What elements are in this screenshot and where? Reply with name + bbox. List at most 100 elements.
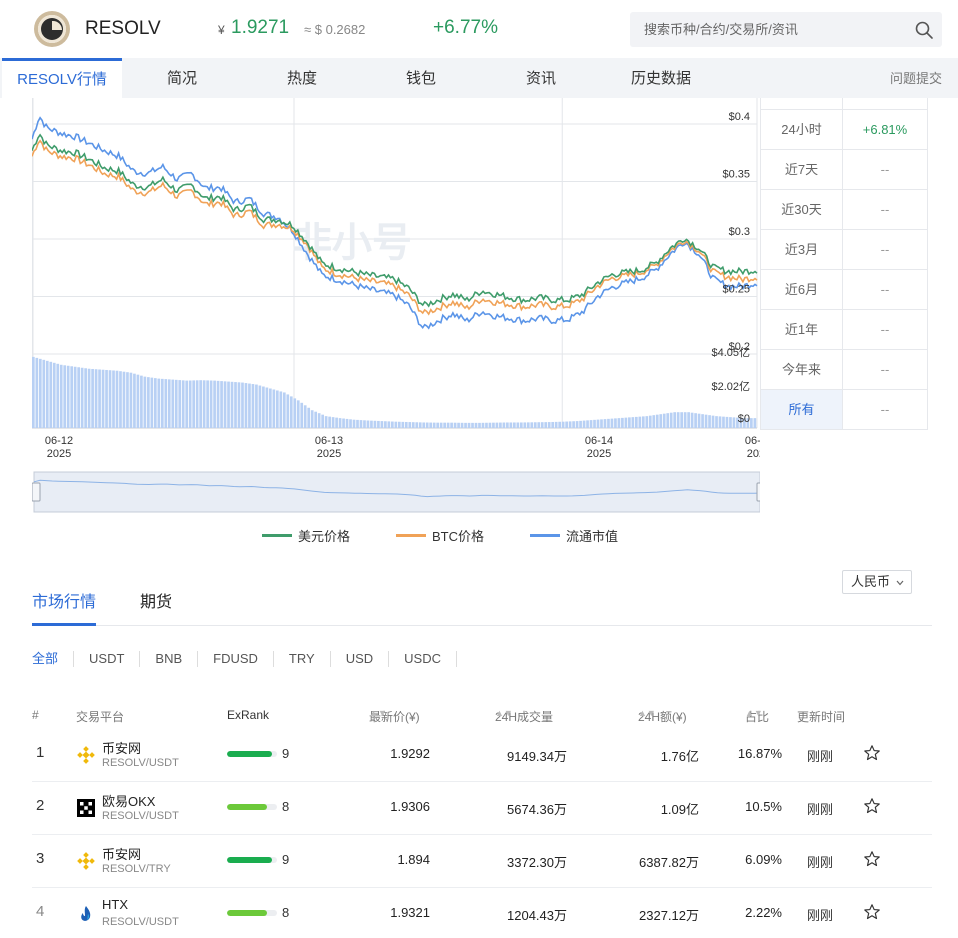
volume-bar [317, 413, 321, 428]
period-7d[interactable]: 近7天 -- [760, 150, 928, 190]
tab-market[interactable]: RESOLV行情 [2, 58, 122, 98]
volume-bar [704, 414, 708, 428]
volume-bar [122, 371, 126, 428]
star-icon[interactable] [863, 850, 881, 868]
volume-bar [450, 422, 453, 428]
volume-bar [568, 421, 572, 428]
volume-bar [687, 412, 690, 428]
volume-bar [617, 418, 621, 428]
filter-bnb[interactable]: BNB [140, 651, 199, 667]
latest-price: 1.9321 [390, 905, 430, 920]
volume-bar [59, 364, 63, 428]
volume-bar [697, 413, 701, 428]
volume-bar [471, 422, 474, 428]
volume-bar [718, 416, 722, 428]
volume-bar [547, 422, 551, 428]
exchange-name[interactable]: 币安网 [102, 738, 141, 757]
filter-try[interactable]: TRY [274, 651, 331, 667]
table-row[interactable]: 1 币安网 RESOLV/USDT 9 1.9292 9149.34万 1.76亿 16.87… [32, 729, 932, 782]
period-all[interactable]: 所有 -- [760, 390, 928, 430]
exchange-name[interactable]: 欧易OKX [102, 791, 155, 810]
volume-bar [321, 414, 324, 428]
price-change-24h: +6.77% [433, 17, 498, 38]
period-label: 所有 [761, 390, 843, 429]
price-chart[interactable]: 非小号$0.4$0.35$0.3$0.25$0.2$4.05亿$2.02亿$00… [32, 98, 760, 518]
filter-usdc[interactable]: USDC [389, 651, 457, 667]
volume-bar [380, 421, 384, 428]
volume-bar [641, 416, 645, 428]
col-exrank[interactable]: ExRank [227, 708, 269, 722]
volume-bar [596, 419, 600, 428]
volume-bar [446, 422, 450, 428]
legend-market-cap[interactable]: 流通市值 [530, 526, 618, 545]
period-1y[interactable]: 近1年 -- [760, 310, 928, 350]
volume-bar [147, 377, 150, 428]
period-3m[interactable]: 近3月 -- [760, 230, 928, 270]
volume-bar [160, 378, 164, 428]
x-tick-year: 2025 [47, 448, 71, 460]
volume-bar [638, 416, 642, 428]
volume-bar [223, 381, 227, 428]
trading-pair: RESOLV/USDT [102, 810, 179, 822]
table-row[interactable]: 2 欧易OKX RESOLV/USDT 8 1.9306 5674.36万 1.09亿 10.… [32, 782, 932, 835]
volume-bar [73, 366, 77, 428]
volume-bar [586, 420, 589, 428]
volume-24h: 5674.36万 [507, 802, 567, 817]
range-handle-left[interactable] [32, 482, 41, 502]
period-ytd[interactable]: 今年来 -- [760, 350, 928, 390]
table-row[interactable]: 4 HTX RESOLV/USDT 8 1.9321 1204.43万 2327.12万 2.… [32, 888, 932, 938]
search-input[interactable] [630, 12, 900, 47]
tab-news[interactable]: 资讯 [501, 58, 581, 98]
volume-bar [42, 359, 46, 428]
tab-wallet[interactable]: 钱包 [381, 58, 461, 98]
period-30d[interactable]: 近30天 -- [760, 190, 928, 230]
exchange-name[interactable]: HTX [102, 897, 128, 912]
period-value: -- [880, 202, 890, 217]
volume-bar [108, 370, 112, 428]
legend-btc-price[interactable]: BTC价格 [396, 526, 484, 545]
filter-fdusd[interactable]: FDUSD [198, 651, 274, 667]
search-icon[interactable] [914, 20, 934, 40]
star-icon[interactable] [863, 744, 881, 762]
volume-bar [359, 420, 363, 428]
filter-usd[interactable]: USD [331, 651, 390, 667]
volume-bar [418, 422, 422, 428]
volume-bar [478, 422, 481, 428]
volume-bar [352, 419, 356, 428]
tab-popularity[interactable]: 热度 [262, 58, 342, 98]
star-icon[interactable] [863, 797, 881, 815]
table-row[interactable]: 3 币安网 RESOLV/TRY 9 1.894 3372.30万 6387.82万 6.09… [32, 835, 932, 888]
star-icon[interactable] [863, 903, 881, 921]
search-box[interactable] [630, 12, 942, 47]
volume-bar [540, 422, 544, 428]
trading-pair: RESOLV/TRY [102, 863, 171, 875]
volume-bar [115, 370, 119, 428]
exchange-name[interactable]: 币安网 [102, 844, 141, 863]
period-label: 今年来 [761, 350, 843, 389]
volume-bar [181, 380, 185, 428]
tab-history[interactable]: 历史数据 [621, 58, 701, 98]
period-value: -- [880, 362, 890, 377]
volume-bar [645, 416, 649, 428]
sort-icon: ▲▼ [638, 708, 656, 718]
volume-bar [589, 420, 593, 428]
feedback-link[interactable]: 问题提交 [890, 58, 942, 100]
update-time: 刚刚 [807, 855, 834, 870]
volume-bar [35, 357, 39, 428]
range-handle-right[interactable] [756, 482, 760, 502]
legend-usd-price[interactable]: 美元价格 [262, 526, 350, 545]
period-value: +6.81% [862, 122, 908, 137]
period-value: -- [880, 402, 890, 417]
period-24h[interactable]: 24小时 +6.81% [760, 110, 928, 150]
filter-all[interactable]: 全部 [32, 651, 75, 667]
volume-bar [101, 369, 105, 428]
period-6m[interactable]: 近6月 -- [760, 270, 928, 310]
volume-bar [349, 419, 352, 428]
tab-overview[interactable]: 简况 [142, 58, 222, 98]
x-tick-year: 2025 [587, 448, 611, 460]
tab-market-quotes[interactable]: 市场行情 [32, 588, 97, 626]
tab-futures[interactable]: 期货 [140, 588, 172, 626]
volume-bar [429, 422, 433, 428]
volume-bar [554, 421, 558, 428]
filter-usdt[interactable]: USDT [74, 651, 141, 667]
